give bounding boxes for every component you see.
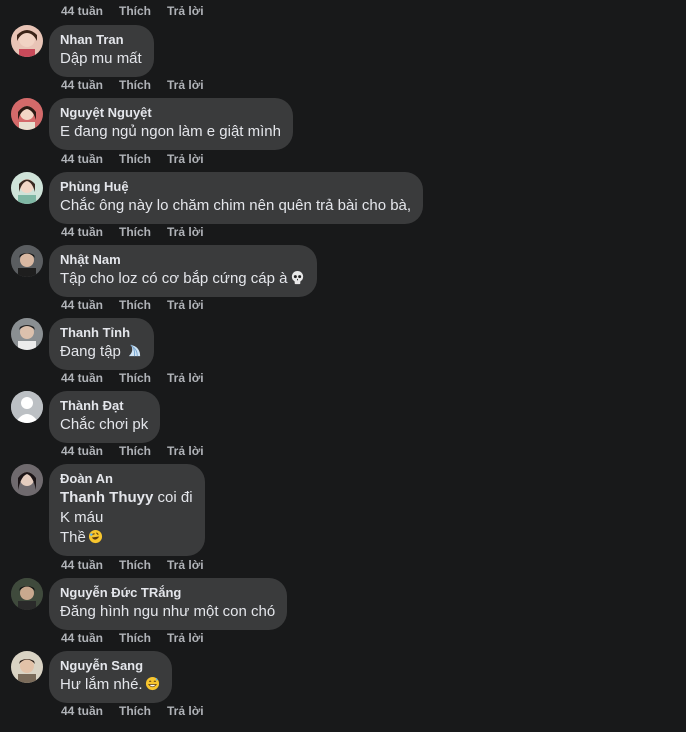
comment-actions: 44 tuần Thích Trả lời (61, 4, 204, 18)
comment-author[interactable]: Nguyễn Sang (60, 658, 160, 674)
comment-actions: 44 tuần Thích Trả lời (61, 298, 204, 312)
comment-text: Đang tập (60, 342, 142, 362)
like-button[interactable]: Thích (119, 704, 151, 718)
comment-author[interactable]: Nguyễn Đức TRắng (60, 585, 275, 601)
comment-text: Chắc chơi pk (60, 416, 149, 433)
timestamp-link[interactable]: 44 tuần (61, 444, 103, 458)
reply-button[interactable]: Trả lời (167, 152, 204, 166)
comment-actions: 44 tuần Thích Trả lời (61, 704, 204, 718)
like-button[interactable]: Thích (119, 152, 151, 166)
skull-emoji (291, 270, 303, 285)
avatar[interactable] (11, 245, 43, 277)
comment-bubble: Nguyễn Sang Hư lắm nhé. (49, 651, 172, 703)
comment-actions: 44 tuần Thích Trả lời (61, 225, 204, 239)
reply-button[interactable]: Trả lời (167, 298, 204, 312)
comment-bubble: Đoàn An Thanh Thuyy coi đi K máu Thề (49, 464, 205, 556)
comment-text: Chắc ông này lo chăm chim nên quên trả b… (60, 197, 412, 214)
timestamp-link[interactable]: 44 tuần (61, 558, 103, 572)
timestamp-link[interactable]: 44 tuần (61, 298, 103, 312)
default-avatar-icon[interactable] (11, 391, 43, 423)
timestamp-link[interactable]: 44 tuần (61, 631, 103, 645)
comment-author[interactable]: Nhan Tran (60, 32, 142, 48)
comment-bubble: Phùng Huệ Chắc ông này lo chăm chim nên … (49, 172, 424, 224)
avatar[interactable] (11, 578, 43, 610)
reply-button[interactable]: Trả lời (167, 558, 204, 572)
comment-author[interactable]: Thành Đạt (60, 398, 148, 414)
timestamp-link[interactable]: 44 tuần (61, 152, 103, 166)
comment-actions: 44 tuần Thích Trả lời (61, 631, 204, 645)
timestamp-link[interactable]: 44 tuần (61, 371, 103, 385)
like-button[interactable]: Thích (119, 631, 151, 645)
comment-actions: 44 tuần Thích Trả lời (61, 371, 204, 385)
comment-thread: 44 tuần Thích Trả lời Nhan Tran Dập mu m… (0, 0, 686, 732)
comment-author[interactable]: Thanh Tỉnh (60, 325, 142, 341)
comment-actions: 44 tuần Thích Trả lời (61, 152, 204, 166)
like-button[interactable]: Thích (119, 225, 151, 239)
comment-bubble: Nguyệt Nguyệt E đang ngủ ngon làm e giật… (49, 98, 293, 150)
avatar[interactable] (11, 318, 43, 350)
comment-author[interactable]: Đoàn An (60, 471, 193, 487)
like-button[interactable]: Thích (119, 78, 151, 92)
comment-text-line: K máu (60, 509, 104, 526)
like-button[interactable]: Thích (119, 371, 151, 385)
reply-button[interactable]: Trả lời (167, 371, 204, 385)
comment-text: Đăng hình ngu như một con chó (60, 603, 276, 620)
reply-button[interactable]: Trả lời (167, 631, 204, 645)
reply-button[interactable]: Trả lời (167, 225, 204, 239)
grin-sweat-emoji (145, 676, 159, 691)
timestamp-link[interactable]: 44 tuần (61, 78, 103, 92)
timestamp-link[interactable]: 44 tuần (61, 704, 103, 718)
reply-button[interactable]: Trả lời (167, 78, 204, 92)
avatar[interactable] (11, 98, 43, 130)
avatar[interactable] (11, 25, 43, 57)
comment-text: Hư lắm nhé. (60, 675, 160, 695)
like-button[interactable]: Thích (119, 298, 151, 312)
like-button[interactable]: Thích (119, 444, 151, 458)
mention-link[interactable]: Thanh Thuyy (60, 489, 153, 506)
comment-author[interactable]: Nguyệt Nguyệt (60, 105, 281, 121)
like-button[interactable]: Thích (119, 558, 151, 572)
reply-button[interactable]: Trả lời (167, 704, 204, 718)
like-button[interactable]: Thích (119, 4, 151, 18)
avatar[interactable] (11, 172, 43, 204)
reply-button[interactable]: Trả lời (167, 4, 204, 18)
comment-text: E đang ngủ ngon làm e giật mình (60, 123, 281, 140)
comment-actions: 44 tuần Thích Trả lời (61, 444, 204, 458)
timestamp-link[interactable]: 44 tuần (61, 4, 103, 18)
comment-text: Thanh Thuyy coi đi (60, 489, 193, 506)
comment-text: Dập mu mất (60, 50, 142, 67)
comment-bubble: Nhan Tran Dập mu mất (49, 25, 154, 77)
comment-bubble: Nhật Nam Tập cho loz có cơ bắp cứng cáp … (49, 245, 317, 297)
comment-bubble: Nguyễn Đức TRắng Đăng hình ngu như một c… (49, 578, 288, 630)
comment-bubble: Thanh Tỉnh Đang tập (49, 318, 155, 370)
comment-actions: 44 tuần Thích Trả lời (61, 558, 204, 572)
comment-author[interactable]: Phùng Huệ (60, 179, 411, 195)
comment-actions: 44 tuần Thích Trả lời (61, 78, 204, 92)
shell-emoji (128, 344, 141, 357)
comment-bubble: Thành Đạt Chắc chơi pk (49, 391, 161, 443)
timestamp-link[interactable]: 44 tuần (61, 225, 103, 239)
avatar[interactable] (11, 464, 43, 496)
comment-author[interactable]: Nhật Nam (60, 252, 305, 268)
avatar[interactable] (11, 651, 43, 683)
rolling-laugh-emoji (88, 529, 102, 544)
comment-text-line: Thề (60, 528, 193, 548)
comment-text: Tập cho loz có cơ bắp cứng cáp à (60, 269, 305, 289)
reply-button[interactable]: Trả lời (167, 444, 204, 458)
